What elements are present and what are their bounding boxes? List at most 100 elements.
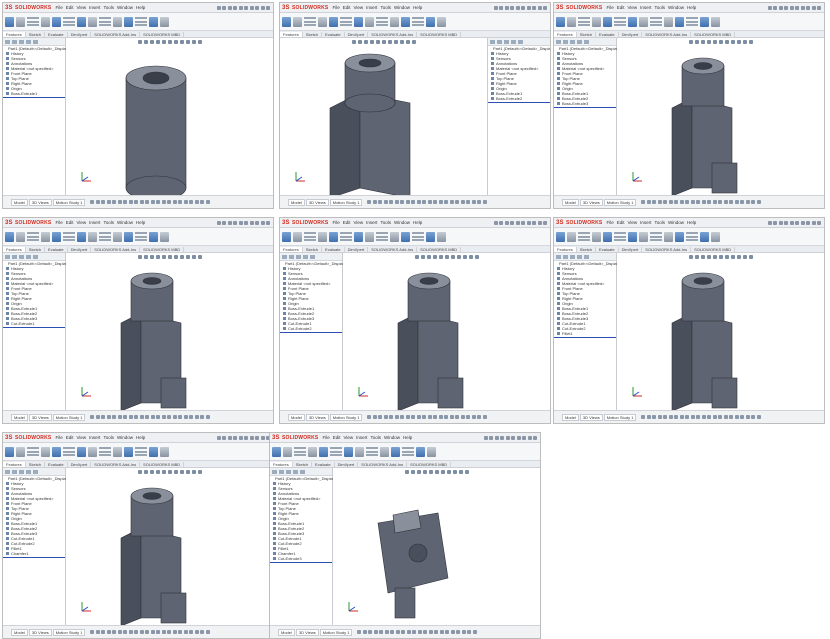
toolbar-icon[interactable] bbox=[526, 220, 531, 225]
bottom-tab[interactable]: Motion Study 1 bbox=[329, 198, 363, 206]
toolbar-icon[interactable] bbox=[238, 5, 243, 10]
ribbon-button-icon[interactable] bbox=[88, 446, 97, 457]
tree-item[interactable]: Chamfer1 bbox=[3, 551, 65, 556]
menu-item[interactable]: Edit bbox=[333, 435, 341, 440]
command-tab[interactable]: Evaluate bbox=[322, 246, 345, 252]
status-icon[interactable] bbox=[156, 630, 161, 634]
toolbar-icon[interactable] bbox=[260, 220, 265, 225]
command-tab[interactable]: Features bbox=[280, 246, 303, 252]
status-icon[interactable] bbox=[455, 415, 460, 419]
ribbon-button-icon[interactable] bbox=[282, 231, 291, 242]
ribbon-small-button[interactable] bbox=[294, 453, 306, 456]
menu-item[interactable]: Window bbox=[394, 5, 410, 10]
command-tab[interactable]: SOLIDWORKS MBD bbox=[691, 31, 736, 37]
toolbar-icon[interactable] bbox=[800, 220, 805, 225]
status-icon[interactable] bbox=[679, 415, 684, 419]
command-tab[interactable]: DimXpert bbox=[345, 31, 369, 37]
status-icon[interactable] bbox=[696, 200, 701, 204]
toolbar-icon[interactable] bbox=[244, 220, 248, 225]
command-tab[interactable]: SOLIDWORKS Add-Ins bbox=[358, 461, 408, 467]
menu-item[interactable]: Help bbox=[136, 220, 145, 225]
status-icon[interactable] bbox=[696, 415, 701, 419]
status-icon[interactable] bbox=[701, 415, 706, 419]
ribbon-button-icon[interactable] bbox=[427, 446, 436, 457]
tree-tab-icon[interactable] bbox=[12, 39, 17, 44]
toolbar-icon[interactable] bbox=[537, 220, 542, 225]
menu-item[interactable]: File bbox=[332, 5, 339, 10]
status-icon[interactable] bbox=[167, 200, 172, 204]
status-icon[interactable] bbox=[95, 630, 100, 634]
status-icon[interactable] bbox=[723, 415, 728, 419]
ribbon-small-button[interactable] bbox=[63, 235, 75, 238]
ribbon-small-button[interactable] bbox=[412, 17, 424, 20]
status-icon[interactable] bbox=[433, 200, 438, 204]
ribbon-button-icon[interactable] bbox=[365, 231, 374, 242]
toolbar-icon[interactable] bbox=[227, 220, 232, 225]
ribbon-small-button[interactable] bbox=[686, 235, 698, 238]
ribbon-small-button[interactable] bbox=[135, 447, 147, 450]
status-icon[interactable] bbox=[412, 630, 417, 634]
status-icon[interactable] bbox=[652, 200, 657, 204]
menu-item[interactable]: Window bbox=[668, 220, 684, 225]
status-icon[interactable] bbox=[439, 630, 444, 634]
status-icon[interactable] bbox=[740, 415, 745, 419]
menu-item[interactable]: Tools bbox=[380, 5, 391, 10]
status-icon[interactable] bbox=[383, 200, 388, 204]
toolbar-icon[interactable] bbox=[244, 435, 248, 440]
menu-item[interactable]: View bbox=[353, 220, 363, 225]
command-tab[interactable]: SOLIDWORKS Add-Ins bbox=[642, 31, 692, 37]
status-icon[interactable] bbox=[400, 415, 405, 419]
status-icon[interactable] bbox=[172, 415, 177, 419]
status-icon[interactable] bbox=[189, 415, 194, 419]
graphics-area[interactable] bbox=[617, 253, 824, 412]
status-icon[interactable] bbox=[406, 630, 411, 634]
status-icon[interactable] bbox=[367, 200, 372, 204]
ribbon-small-button[interactable] bbox=[686, 17, 698, 20]
ribbon-button-icon[interactable] bbox=[711, 231, 720, 242]
toolbar-icon[interactable] bbox=[522, 435, 526, 440]
ribbon-button-icon[interactable] bbox=[113, 231, 122, 242]
tree-tab-icon[interactable] bbox=[300, 469, 305, 474]
ribbon-small-button[interactable] bbox=[340, 232, 352, 235]
ribbon-button-icon[interactable] bbox=[41, 16, 50, 27]
ribbon-small-button[interactable] bbox=[294, 447, 306, 450]
ribbon-small-button[interactable] bbox=[99, 20, 111, 23]
command-tab[interactable]: DimXpert bbox=[345, 246, 369, 252]
ribbon-small-button[interactable] bbox=[686, 20, 698, 23]
ribbon-button-icon[interactable] bbox=[603, 16, 612, 27]
ribbon-button-icon[interactable] bbox=[41, 446, 50, 457]
ribbon-small-button[interactable] bbox=[412, 235, 424, 238]
status-icon[interactable] bbox=[383, 415, 388, 419]
status-icon[interactable] bbox=[156, 415, 161, 419]
status-icon[interactable] bbox=[482, 200, 487, 204]
ribbon-small-button[interactable] bbox=[63, 17, 75, 20]
status-icon[interactable] bbox=[172, 200, 177, 204]
status-icon[interactable] bbox=[205, 630, 210, 634]
menu-item[interactable]: Tools bbox=[103, 435, 114, 440]
bottom-tab[interactable]: 3D Views bbox=[28, 198, 52, 206]
ribbon-small-button[interactable] bbox=[366, 447, 378, 450]
toolbar-icon[interactable] bbox=[817, 5, 821, 10]
ribbon-button-icon[interactable] bbox=[354, 16, 363, 27]
menu-item[interactable]: View bbox=[76, 220, 86, 225]
menu-item[interactable]: Help bbox=[413, 220, 422, 225]
menu-item[interactable]: Edit bbox=[343, 220, 351, 225]
status-icon[interactable] bbox=[112, 200, 117, 204]
ribbon-button-icon[interactable] bbox=[426, 231, 435, 242]
ribbon-small-button[interactable] bbox=[650, 23, 662, 26]
command-tab[interactable]: Evaluate bbox=[596, 31, 619, 37]
command-tab[interactable]: Sketch bbox=[26, 461, 46, 467]
command-tab[interactable]: Evaluate bbox=[45, 461, 68, 467]
menu-item[interactable]: Insert bbox=[366, 220, 377, 225]
tree-tab-icon[interactable] bbox=[296, 254, 301, 259]
ribbon-small-button[interactable] bbox=[340, 17, 352, 20]
toolbar-icon[interactable] bbox=[233, 435, 237, 440]
tree-item[interactable]: Cut-Extrude2 bbox=[280, 326, 342, 331]
toolbar-icon[interactable] bbox=[795, 220, 799, 225]
status-icon[interactable] bbox=[685, 415, 690, 419]
toolbar-icon[interactable] bbox=[515, 220, 520, 225]
status-icon[interactable] bbox=[183, 415, 188, 419]
rollback-bar[interactable] bbox=[554, 107, 616, 108]
status-icon[interactable] bbox=[117, 200, 122, 204]
bottom-tab[interactable]: Model bbox=[288, 198, 305, 206]
